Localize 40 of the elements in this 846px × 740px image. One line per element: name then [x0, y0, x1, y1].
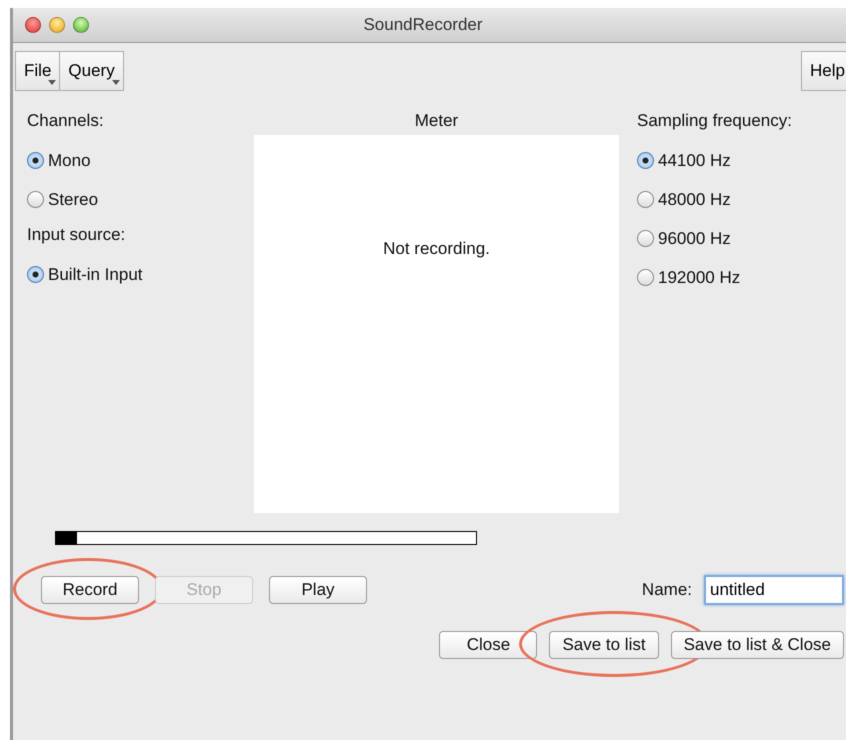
- radio-option[interactable]: Mono: [27, 141, 91, 180]
- help-menu-button[interactable]: Help: [801, 51, 846, 91]
- radio-icon[interactable]: [637, 269, 654, 286]
- radio-label: 48000 Hz: [658, 190, 731, 210]
- radio-option[interactable]: Stereo: [27, 180, 98, 219]
- radio-icon[interactable]: [27, 266, 44, 283]
- window-title: SoundRecorder: [363, 15, 483, 35]
- radio-icon[interactable]: [637, 191, 654, 208]
- channels-label: Channels:: [27, 111, 104, 132]
- radio-icon[interactable]: [637, 230, 654, 247]
- dialog-button[interactable]: Save to list & Close: [670, 631, 844, 659]
- radio-label: 44100 Hz: [658, 150, 731, 170]
- menu-button[interactable]: Query: [60, 51, 124, 91]
- radio-option[interactable]: 96000 Hz: [637, 219, 731, 258]
- minimize-window-icon[interactable]: [49, 17, 65, 33]
- radio-icon[interactable]: [27, 152, 44, 169]
- input-source-label: Input source:: [27, 225, 126, 246]
- radio-option[interactable]: Built-in Input: [27, 255, 142, 294]
- transport-button[interactable]: Play: [269, 576, 367, 604]
- radio-label: 96000 Hz: [658, 228, 731, 248]
- radio-option[interactable]: 48000 Hz: [637, 180, 731, 219]
- radio-option[interactable]: 44100 Hz: [637, 141, 731, 180]
- radio-icon[interactable]: [27, 191, 44, 208]
- radio-icon[interactable]: [637, 152, 654, 169]
- name-label: Name:: [642, 580, 692, 600]
- radio-label: 192000 Hz: [658, 268, 740, 288]
- meter-status: Not recording.: [383, 239, 490, 259]
- radio-label: Stereo: [48, 190, 98, 210]
- dialog-button[interactable]: Save to list: [549, 631, 659, 659]
- close-window-icon[interactable]: [25, 17, 41, 33]
- radio-label: Mono: [48, 150, 91, 170]
- zoom-window-icon[interactable]: [73, 17, 89, 33]
- transport-button[interactable]: Record: [41, 576, 139, 604]
- name-input-field[interactable]: untitled: [704, 575, 844, 605]
- dialog-button[interactable]: Close: [439, 631, 538, 659]
- menu-button[interactable]: File: [15, 51, 60, 91]
- radio-label: Built-in Input: [48, 264, 142, 284]
- sampling-frequency-label: Sampling frequency:: [637, 111, 792, 132]
- radio-option[interactable]: 192000 Hz: [637, 258, 740, 297]
- meter-title: Meter: [414, 111, 458, 132]
